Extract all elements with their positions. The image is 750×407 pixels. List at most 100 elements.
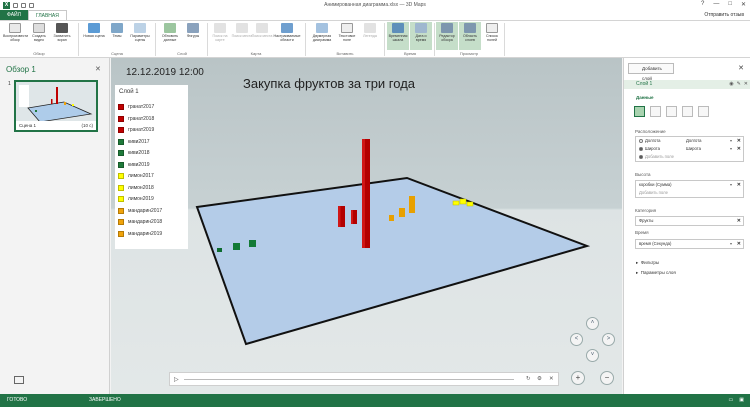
zoom-out-button[interactable]: − [600, 371, 614, 385]
delete-icon[interactable]: ✕ [744, 80, 748, 89]
layer-header[interactable]: Слой 1 ◉ ✎ ✕ [624, 80, 750, 89]
refresh-icon[interactable]: ↻ [526, 376, 531, 382]
close-tour-panel-button[interactable]: ✕ [95, 65, 101, 73]
height-fields: коробки (Сумма) ▾ ✕ Добавить поле [635, 180, 744, 198]
close-window-button[interactable]: ✕ [741, 1, 746, 8]
add-field-row[interactable]: Добавить поле [636, 189, 743, 197]
save-icon[interactable] [13, 2, 18, 8]
layout-icon[interactable]: ▭ [729, 394, 734, 407]
close-icon[interactable]: ✕ [549, 376, 554, 382]
clustered-column-icon[interactable] [650, 106, 661, 117]
group-view-label: Просмотр [459, 51, 479, 56]
layer-options-section[interactable]: ▸ Параметры слоя [636, 270, 676, 276]
legend-button[interactable]: Легенда [359, 22, 381, 50]
custom-regions-button[interactable]: Настраиваемые области [273, 22, 301, 50]
layer-pane-button[interactable]: Область слоев [459, 22, 481, 50]
close-layer-pane-button[interactable]: ✕ [738, 64, 744, 72]
chevron-down-icon[interactable]: ▾ [730, 145, 732, 153]
location-field-row[interactable]: Долгота Долгота ▾ ✕ [636, 137, 743, 145]
time-field-row[interactable]: время (Секунда) ▾ ✕ [636, 240, 743, 248]
gear-icon[interactable]: ⚙ [537, 376, 542, 382]
heat-map-icon[interactable] [682, 106, 693, 117]
play-icon[interactable]: ▷ [174, 376, 179, 383]
2d-chart-button[interactable]: Двумерная диаграмма [309, 22, 335, 50]
location-label: Расположение [635, 129, 666, 134]
remove-field-icon[interactable]: ✕ [737, 145, 741, 153]
text-box-button[interactable]: Текстовое поле [336, 22, 358, 50]
add-layer-button[interactable]: Добавить слой [628, 63, 674, 81]
remove-field-icon[interactable]: ✕ [737, 181, 741, 189]
status-done: ЗАВЕРШЕНО [89, 397, 121, 403]
find-place-button[interactable]: Поиск места [231, 22, 253, 50]
ribbon-separator [434, 23, 435, 56]
category-field-row[interactable]: Фрукты ✕ [636, 217, 743, 225]
themes-button[interactable]: Темы [106, 22, 128, 50]
chevron-down-icon[interactable]: ▾ [730, 240, 732, 248]
group-layer-label: Слой [177, 51, 187, 56]
map-title[interactable]: Закупка фруктов за три года [243, 76, 415, 91]
undo-icon[interactable] [21, 2, 26, 8]
legend-label: мандарин2017 [128, 207, 163, 214]
find-location-button[interactable]: Поиск на карте [209, 22, 231, 50]
minimize-button[interactable]: — [713, 1, 719, 8]
map-search-button[interactable]: Поиск места [251, 22, 273, 50]
map-canvas[interactable]: 12.12.2019 12:00 Закупка фруктов за три … [111, 58, 622, 394]
radio-icon[interactable] [639, 138, 643, 143]
region-icon[interactable] [698, 106, 709, 117]
maximize-button[interactable]: □ [728, 1, 732, 8]
radio-icon[interactable] [639, 146, 643, 151]
data-section-label[interactable]: Данные [636, 95, 654, 100]
play-icon [9, 23, 21, 33]
tilt-down-button[interactable]: ˅ [586, 349, 599, 362]
find-location-icon [214, 23, 226, 33]
custom-regions-icon [281, 23, 293, 33]
chevron-down-icon[interactable]: ▾ [730, 137, 732, 145]
tour-editor-icon [441, 23, 453, 33]
remove-field-icon[interactable]: ✕ [737, 240, 741, 248]
column-kiwi-2019 [249, 240, 256, 247]
remove-field-icon[interactable]: ✕ [737, 217, 741, 225]
add-field-row[interactable]: Добавить поле [636, 153, 743, 161]
play-tour-button[interactable]: Воспроизвести обзор [3, 22, 28, 50]
legend-item: киви2018 [118, 148, 150, 158]
view-icon[interactable]: ▣ [739, 394, 744, 407]
stacked-column-icon[interactable] [634, 106, 645, 117]
date-time-label[interactable]: 12.12.2019 12:00 [126, 67, 204, 78]
location-field-row[interactable]: Широта Широта ▾ ✕ [636, 145, 743, 153]
date-time-button[interactable]: Дата и время [410, 22, 432, 50]
zoom-in-button[interactable]: + [571, 371, 585, 385]
new-scene-button[interactable]: Новая сцена [83, 22, 105, 50]
timeline-button[interactable]: Временная шкала [387, 22, 409, 50]
timeline-track[interactable] [184, 379, 514, 380]
legend[interactable]: Слой 1 гранат2017 гранат2018 гранат2019 … [115, 85, 188, 249]
create-video-button[interactable]: Создать видео [28, 22, 50, 50]
bubble-icon[interactable] [666, 106, 677, 117]
send-feedback-link[interactable]: Отправить отзыв [704, 12, 744, 18]
tab-file[interactable]: ФАЙЛ [0, 10, 28, 20]
field-list-button[interactable]: Список полей [481, 22, 503, 50]
height-field-row[interactable]: коробки (Сумма) ▾ ✕ [636, 181, 743, 189]
scene-options-button[interactable]: Параметры сцены [129, 22, 151, 50]
new-scene-icon[interactable] [14, 376, 24, 384]
tour-editor-button[interactable]: Редактор обзора [436, 22, 458, 50]
chevron-down-icon[interactable]: ▾ [730, 181, 732, 189]
scene-number: 1 [8, 81, 11, 87]
refresh-data-button[interactable]: Обновить данные [159, 22, 181, 50]
rotate-left-button[interactable]: ˂ [570, 333, 583, 346]
scene-preview-image [16, 82, 96, 125]
visibility-icon[interactable]: ◉ [729, 80, 733, 89]
scene-thumbnail[interactable]: Сцена 1 (10 с) [14, 80, 98, 132]
legend-item: мандарин2018 [118, 217, 162, 227]
redo-icon[interactable] [29, 2, 34, 8]
tilt-up-button[interactable]: ˄ [586, 317, 599, 330]
remove-field-icon[interactable]: ✕ [737, 137, 741, 145]
help-button[interactable]: ? [701, 1, 704, 8]
group-insert-label: Вставить [336, 51, 354, 56]
rotate-right-button[interactable]: ˃ [602, 333, 615, 346]
capture-screen-button[interactable]: Захватить экран [51, 22, 73, 50]
shapes-button[interactable]: Фигуры [182, 22, 204, 50]
location-fields: Долгота Долгота ▾ ✕ Широта Широта ▾ ✕ До… [635, 136, 744, 162]
rename-icon[interactable]: ✎ [737, 80, 741, 89]
tab-home[interactable]: ГЛАВНАЯ [27, 10, 67, 20]
filters-section[interactable]: ▸ Фильтры [636, 260, 659, 266]
